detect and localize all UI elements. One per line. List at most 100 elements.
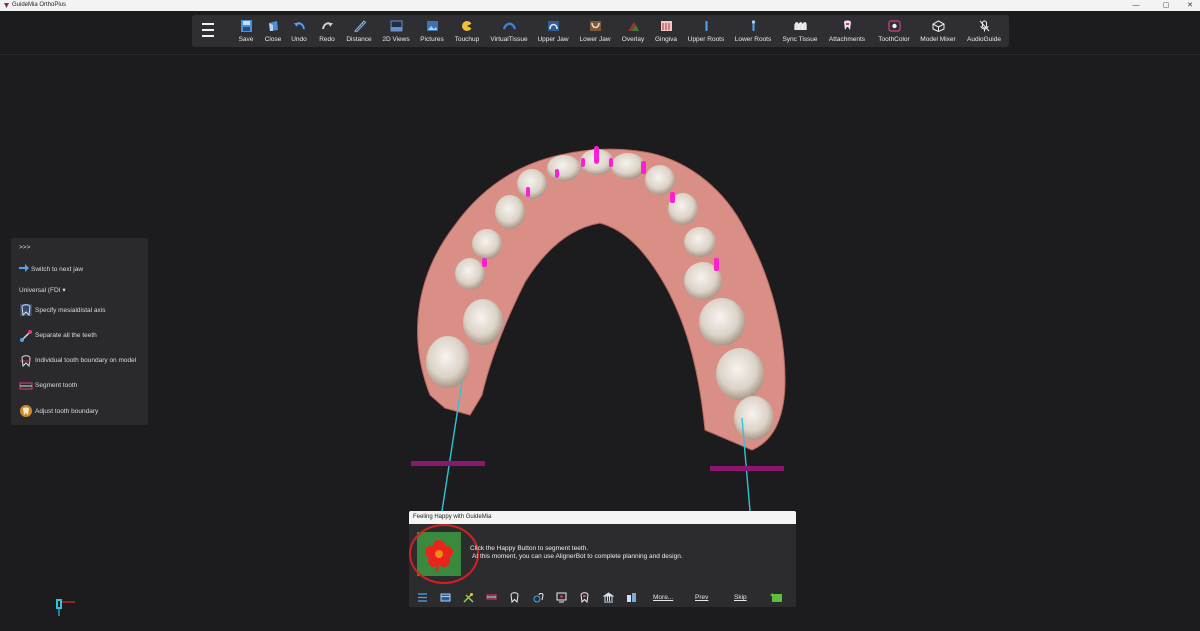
ruler-icon <box>353 20 366 32</box>
virtual-tissue-button[interactable]: VirtualTissue <box>490 20 528 46</box>
sync-tissue-button[interactable]: Sync Tissue <box>782 20 818 46</box>
upper-roots-button[interactable]: Upper Roots <box>687 20 725 46</box>
upper-jaw-icon <box>547 21 559 31</box>
institution-icon[interactable] <box>603 592 614 603</box>
model-mixer-icon <box>932 20 944 32</box>
tooth[interactable] <box>472 229 502 259</box>
tooth[interactable] <box>716 348 764 400</box>
tooth-icon[interactable] <box>509 592 520 603</box>
tooth[interactable] <box>495 195 525 229</box>
gingiva-icon <box>660 21 672 31</box>
list-icon[interactable] <box>417 592 428 603</box>
tooth[interactable] <box>645 165 675 195</box>
occlusal-marker-right[interactable] <box>710 466 784 471</box>
tool-adjust-boundary[interactable]: Adjust tooth boundary <box>35 408 98 415</box>
models-icon[interactable] <box>626 592 637 603</box>
virtual-tissue-icon <box>502 22 516 30</box>
maximize-button[interactable]: ▢ <box>1156 0 1176 11</box>
tooth[interactable] <box>455 258 485 290</box>
segment-icon[interactable] <box>486 592 497 603</box>
tooth[interactable] <box>517 169 547 199</box>
dialog-action-bar: More... Prev Skip <box>409 589 796 607</box>
undo-icon <box>293 22 305 30</box>
occlusal-marker-left[interactable] <box>411 461 485 466</box>
separate-teeth-icon <box>20 330 32 342</box>
touchup-button[interactable]: Touchup <box>453 20 481 46</box>
next-icon[interactable] <box>769 592 785 603</box>
table-icon[interactable] <box>440 592 451 603</box>
minimize-button[interactable]: — <box>1126 0 1146 11</box>
switch-jaw-button[interactable]: Switch to next jaw <box>31 266 83 273</box>
sync-tissue-icon <box>793 22 807 30</box>
tooth[interactable] <box>699 298 745 346</box>
tool-segment-tooth[interactable]: Segment tooth <box>35 382 77 389</box>
close-button[interactable]: Close <box>263 20 283 46</box>
lower-roots-button[interactable]: Lower Roots <box>734 20 772 46</box>
tooth[interactable] <box>547 155 581 181</box>
upper-roots-icon <box>705 21 707 31</box>
attachments-button[interactable]: Attachments <box>828 20 866 46</box>
orientation-axis-gizmo <box>56 599 75 616</box>
happy-guide-dialog: Feeling Happy with GuideMia Click the Ha… <box>409 511 796 607</box>
2d-views-icon <box>390 20 402 32</box>
dialog-message-line2: At this moment, you can use AlignerBot t… <box>472 553 683 560</box>
tooth[interactable] <box>684 227 716 257</box>
window-title: GuideMia OrthoPlus <box>12 2 67 8</box>
pictures-button[interactable]: Pictures <box>419 20 445 46</box>
monitor-icon[interactable] <box>556 592 567 603</box>
audio-guide-button[interactable]: AudioGuide <box>966 20 1002 46</box>
tooth-numbering-select[interactable]: Universal (FDI ▾ <box>19 286 66 294</box>
save-button[interactable]: Save <box>236 20 256 46</box>
lower-jaw-icon <box>589 21 601 31</box>
search-tooth-icon[interactable] <box>533 592 544 603</box>
more-link[interactable]: More... <box>653 594 673 601</box>
overlay-button[interactable]: Overlay <box>620 20 646 46</box>
app-logo-icon <box>4 3 9 8</box>
tools-icon[interactable] <box>463 592 474 603</box>
audio-guide-icon <box>979 20 989 32</box>
mesiodistal-axis-icon <box>20 304 32 317</box>
tool-separate-teeth[interactable]: Separate all the teeth <box>35 332 97 339</box>
distance-button[interactable]: Distance <box>345 20 373 46</box>
segment-tooth-icon <box>19 382 33 390</box>
upper-jaw-button[interactable]: Upper Jaw <box>536 20 570 46</box>
redo-icon <box>321 22 333 30</box>
hamburger-icon[interactable] <box>200 23 218 39</box>
tooth[interactable] <box>734 396 774 440</box>
gingiva-button[interactable]: Gingiva <box>654 20 678 46</box>
skip-button[interactable]: Skip <box>734 594 747 601</box>
2d-views-button[interactable]: 2D Views <box>382 20 410 46</box>
arrow-right-icon <box>19 264 29 272</box>
tool-mesiodistal-axis[interactable]: Specify mesialdistal axis <box>35 307 105 314</box>
window-close-button[interactable]: ✕ <box>1180 0 1200 11</box>
touchup-icon <box>461 21 473 31</box>
prev-button[interactable]: Prev <box>695 594 708 601</box>
save-icon <box>240 20 252 32</box>
model-mixer-button[interactable]: Model Mixer <box>920 20 956 46</box>
undo-button[interactable]: Undo <box>289 20 309 46</box>
main-toolbar: Save Close Undo Redo Distance 2D Views P… <box>192 15 1009 47</box>
attachments-icon <box>843 20 851 30</box>
tooth-color-icon <box>887 20 901 32</box>
tooth[interactable] <box>611 153 645 179</box>
pictures-icon <box>426 21 438 31</box>
redo-button[interactable]: Redo <box>317 20 337 46</box>
panel-expand-toggle[interactable]: >>> <box>19 244 30 251</box>
dropdown-caret-icon: ▾ <box>62 287 66 294</box>
numbering-value: Universal (FDI <box>19 287 61 294</box>
dialog-message-line1: Click the Happy Button to segment teeth. <box>470 545 589 552</box>
tooth-boundary-icon <box>20 355 32 368</box>
tooth[interactable] <box>426 336 470 388</box>
title-bar: GuideMia OrthoPlus — ▢ ✕ <box>0 0 1200 11</box>
attachment-icon[interactable] <box>579 592 590 603</box>
tooth-color-button[interactable]: ToothColor <box>876 20 912 46</box>
segmentation-panel: >>> Switch to next jaw Universal (FDI ▾ … <box>11 238 148 425</box>
lower-roots-icon <box>751 20 755 31</box>
tooth[interactable] <box>463 299 503 345</box>
highlight-ring <box>409 524 479 584</box>
close-icon <box>268 21 278 31</box>
lower-jaw-button[interactable]: Lower Jaw <box>578 20 612 46</box>
overlay-icon <box>627 22 639 31</box>
adjust-boundary-icon <box>20 405 32 417</box>
tool-individual-boundary[interactable]: Individual tooth boundary on model <box>35 357 136 364</box>
